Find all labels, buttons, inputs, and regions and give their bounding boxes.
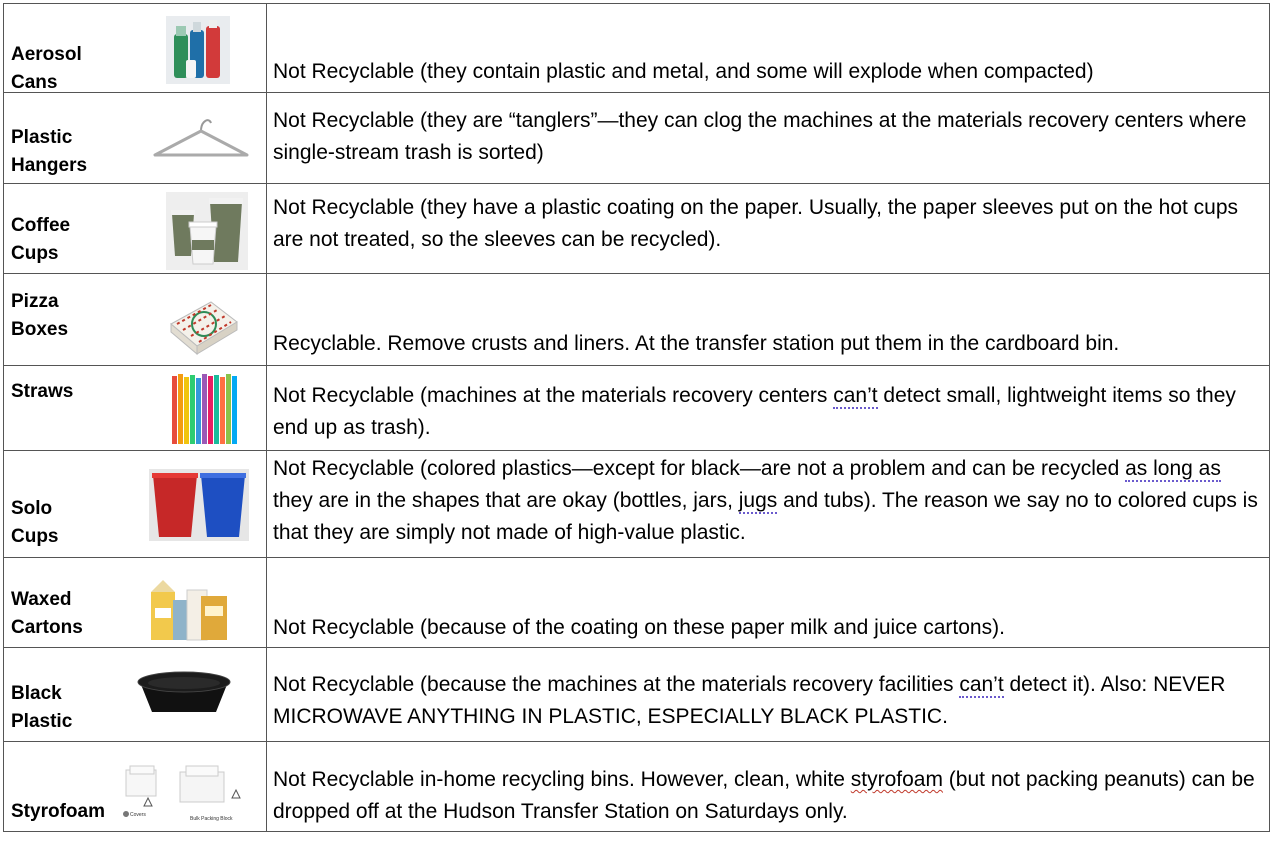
item-cell: Plastic Hangers	[3, 92, 267, 184]
item-label: Straws	[11, 381, 74, 402]
item-label: Styrofoam	[11, 801, 105, 822]
description-cell: Not Recyclable in-home recycling bins. H…	[266, 741, 1270, 832]
description-cell: Not Recyclable (colored plastics—except …	[266, 450, 1270, 558]
description-text: Not Recyclable (because of the coating o…	[273, 616, 1005, 639]
item-cell: Coffee Cups	[3, 183, 267, 274]
plastic-hanger-image	[153, 119, 249, 157]
table-row: Black Plastic Not Recyclable (because th…	[3, 647, 1270, 742]
item-cell: Straws	[3, 365, 267, 451]
table-row: Waxed Cartons Not Recyclable (because of…	[3, 557, 1270, 648]
description-text: Recyclable. Remove crusts and liners. At…	[273, 332, 1120, 355]
styrofoam-cover-image	[123, 765, 157, 817]
description-text: Not Recyclable (they contain plastic and…	[273, 60, 1094, 83]
item-label: Coffee Cups	[11, 215, 71, 264]
description-cell: Not Recyclable (they have a plastic coat…	[266, 183, 1270, 274]
item-label: Pizza Boxes	[11, 291, 69, 340]
aerosol-cans-image	[166, 16, 230, 84]
description-cell: Not Recyclable (machines at the material…	[266, 365, 1270, 451]
styrofoam-block-image	[179, 765, 241, 803]
description-text: Not Recyclable in-home recycling bins. H…	[273, 768, 1255, 823]
description-text: Not Recyclable (colored plastics—except …	[273, 457, 1258, 544]
item-label: Black Plastic	[11, 683, 73, 732]
table-row: Solo Cups Not Recyclable (colored plasti…	[3, 450, 1270, 558]
straws-image	[172, 374, 237, 444]
item-label: Waxed Cartons	[11, 589, 83, 638]
description-text: Not Recyclable (they have a plastic coat…	[273, 196, 1239, 251]
styrofoam-caption: Covers	[130, 812, 146, 818]
item-cell: Black Plastic	[3, 647, 267, 742]
table-row: Aerosol Cans Not Recyclable (they contai…	[3, 3, 1270, 93]
description-cell: Not Recyclable (because of the coating o…	[266, 557, 1270, 648]
table-row: Plastic Hangers Not Recyclable (they are…	[3, 92, 1270, 184]
waxed-cartons-image	[151, 580, 227, 641]
item-cell: Aerosol Cans	[3, 3, 267, 93]
item-label: Plastic Hangers	[11, 127, 88, 176]
item-cell: Styrofoam Covers Bulk Packing Block	[3, 741, 267, 832]
description-text: Not Recyclable (machines at the material…	[273, 384, 1236, 439]
description-text: Not Recyclable (because the machines at …	[273, 673, 1226, 728]
description-cell: Not Recyclable (they are “tanglers”—they…	[266, 92, 1270, 184]
item-cell: Pizza Boxes	[3, 273, 267, 366]
description-text: Not Recyclable (they are “tanglers”—they…	[273, 109, 1247, 164]
description-cell: Not Recyclable (because the machines at …	[266, 647, 1270, 742]
styrofoam-caption: Bulk Packing Block	[190, 816, 233, 822]
black-plastic-tray-image	[137, 671, 231, 712]
description-cell: Not Recyclable (they contain plastic and…	[266, 3, 1270, 93]
pizza-box-image	[170, 301, 238, 356]
table-row: Coffee Cups Not Recyclable (they have a …	[3, 183, 1270, 274]
table-row: Pizza Boxes Recyclable. Remove crusts an…	[3, 273, 1270, 366]
table-row: Straws Not Recyclable (machines at the m…	[3, 365, 1270, 451]
item-cell: Solo Cups	[3, 450, 267, 558]
item-label: Aerosol Cans	[11, 44, 82, 93]
recycling-guide-table: Aerosol Cans Not Recyclable (they contai…	[3, 3, 1270, 832]
solo-cups-image	[149, 469, 249, 541]
description-cell: Recyclable. Remove crusts and liners. At…	[266, 273, 1270, 366]
coffee-cups-image	[166, 192, 248, 270]
item-label: Solo Cups	[11, 498, 59, 547]
item-cell: Waxed Cartons	[3, 557, 267, 648]
table-row: Styrofoam Covers Bulk Packing Block Not …	[3, 741, 1270, 832]
